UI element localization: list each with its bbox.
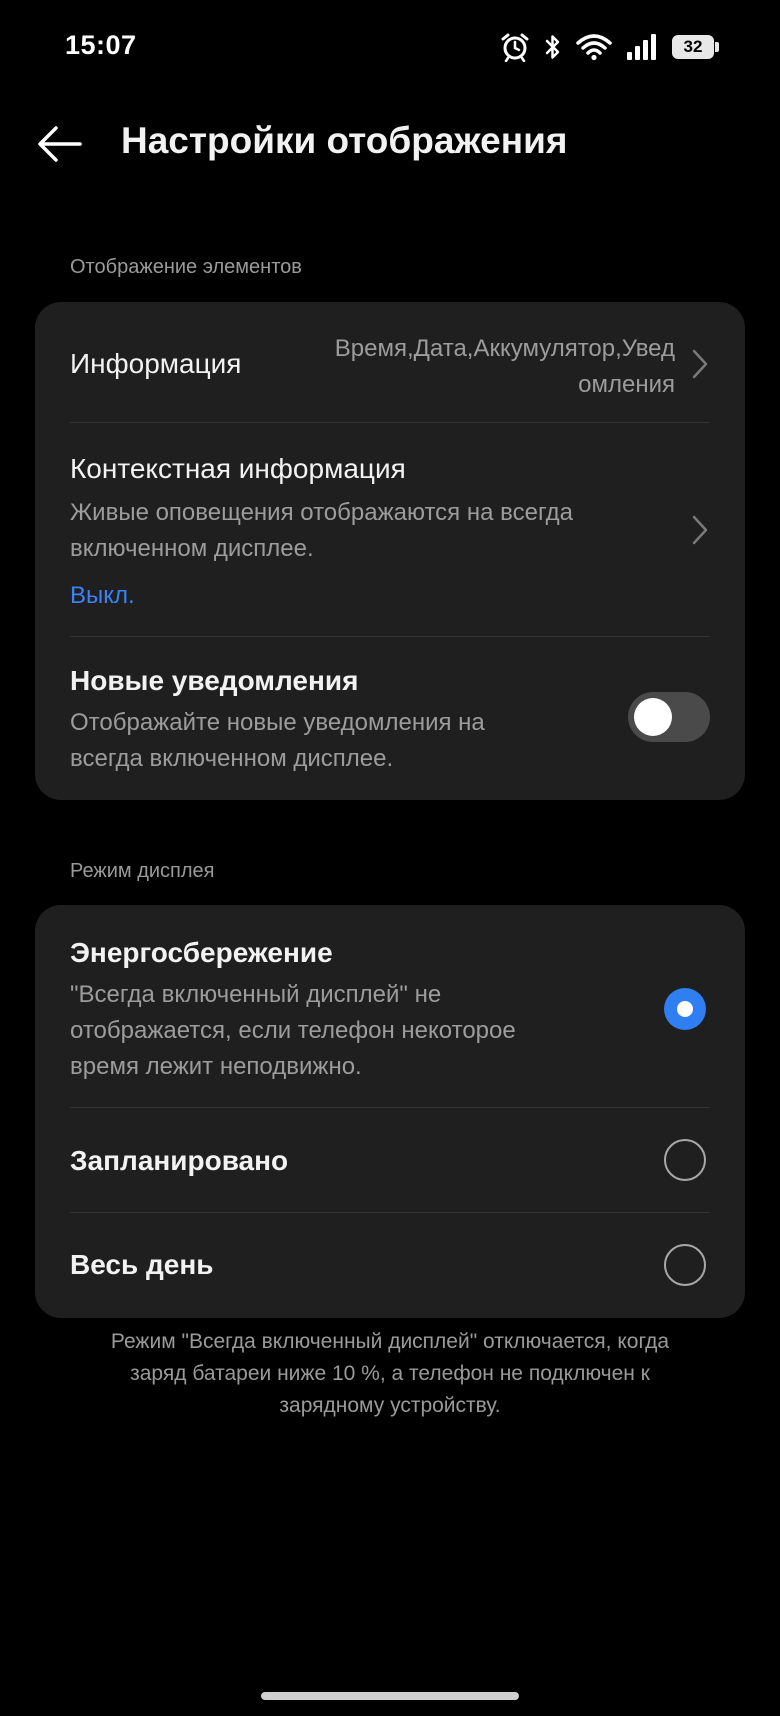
status-bar: 15:07 32	[0, 0, 780, 96]
row-context-desc: Живые оповещения отображаются на всегда …	[70, 499, 573, 562]
row-new-notifications: Новые уведомления Отображайте новые увед…	[70, 637, 710, 800]
section-label-elements: Отображение элементов	[70, 256, 302, 278]
option-all-day-title: Весь день	[70, 1249, 214, 1280]
row-context-status: Выкл.	[70, 582, 135, 609]
option-all-day[interactable]: Весь день	[70, 1213, 710, 1318]
option-scheduled[interactable]: Запланировано	[70, 1108, 710, 1212]
option-power-saving[interactable]: Энергосбережение "Всегда включенный дисп…	[70, 905, 710, 1107]
status-time: 15:07	[65, 30, 137, 60]
chevron-right-icon	[692, 515, 708, 545]
app-header: Настройки отображения	[0, 96, 780, 196]
chevron-right-icon	[692, 349, 708, 379]
section-label-display-mode: Режим дисплея	[70, 860, 215, 882]
option-power-saving-desc: "Всегда включенный дисплей" не отображае…	[70, 981, 516, 1080]
bluetooth-icon	[544, 33, 562, 61]
row-context-title: Контекстная информация	[70, 453, 406, 484]
new-notifications-toggle[interactable]	[628, 692, 710, 742]
battery-level: 32	[672, 35, 714, 59]
option-power-saving-title: Энергосбережение	[70, 937, 333, 968]
signal-icon	[626, 33, 658, 61]
home-indicator[interactable]	[261, 1692, 519, 1700]
footer-note: Режим "Всегда включенный дисплей" отключ…	[110, 1330, 670, 1417]
status-icons: 32	[500, 30, 720, 64]
battery-icon: 32	[672, 34, 720, 60]
toggle-knob	[634, 698, 672, 736]
option-scheduled-title: Запланировано	[70, 1145, 289, 1176]
radio-power-saving[interactable]	[664, 988, 706, 1030]
page-title: Настройки отображения	[121, 120, 568, 161]
arrow-left-icon	[36, 124, 84, 169]
row-new-notifications-desc: Отображайте новые уведомления на всегда …	[70, 709, 485, 772]
back-button[interactable]	[30, 116, 90, 176]
row-information[interactable]: Информация Время,Дата,Аккумулятор,Увед о…	[70, 302, 710, 422]
card-elements: Информация Время,Дата,Аккумулятор,Увед о…	[35, 302, 745, 800]
radio-scheduled[interactable]	[664, 1139, 706, 1181]
row-new-notifications-title: Новые уведомления	[70, 665, 359, 696]
radio-all-day[interactable]	[664, 1244, 706, 1286]
alarm-icon	[500, 32, 530, 62]
card-display-mode: Энергосбережение "Всегда включенный дисп…	[35, 905, 745, 1318]
row-context-info[interactable]: Контекстная информация Живые оповещения …	[70, 423, 710, 636]
row-information-title: Информация	[70, 348, 242, 379]
wifi-icon	[576, 33, 612, 61]
row-information-value: Время,Дата,Аккумулятор,Увед омления	[334, 335, 675, 398]
